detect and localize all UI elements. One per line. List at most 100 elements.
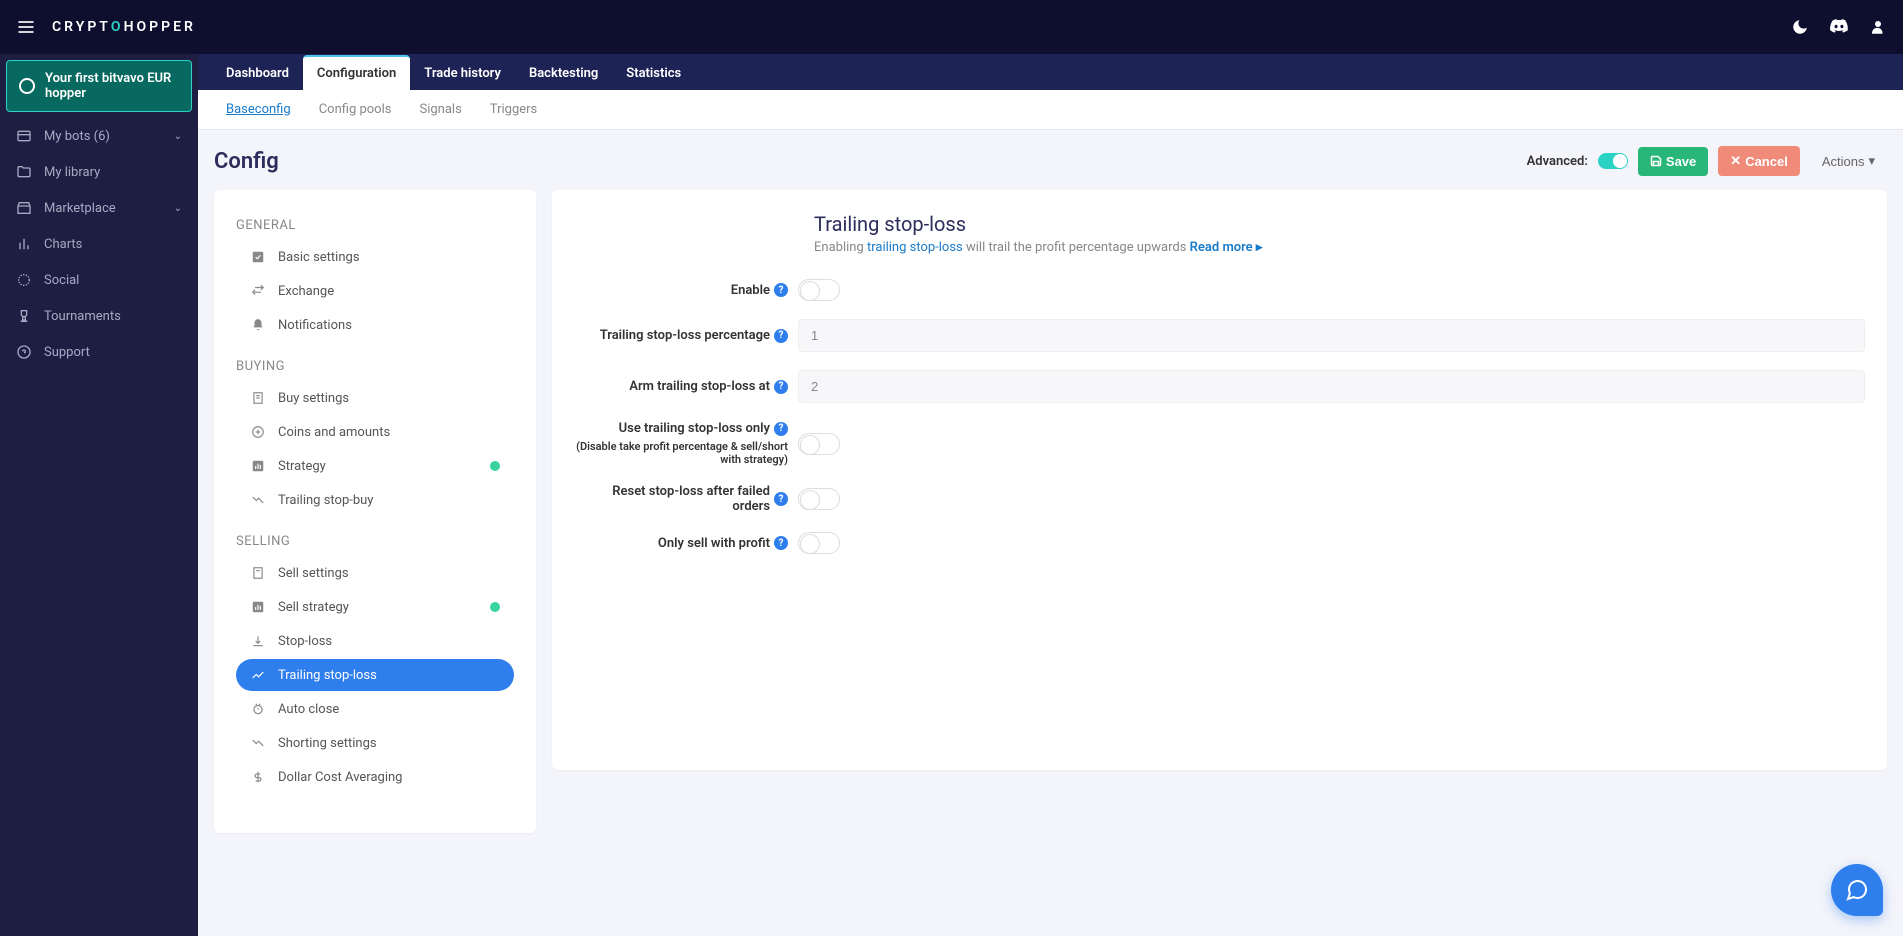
- sidebar-item-mybots[interactable]: My bots (6) ⌄: [0, 118, 198, 154]
- sidebar-item-label: My bots (6): [44, 129, 110, 144]
- tsl-pct-input[interactable]: [798, 319, 1865, 352]
- bell-icon: [250, 317, 266, 333]
- barchart-icon: [250, 599, 266, 615]
- topbar: CRYPTOHOPPER: [0, 0, 1903, 54]
- download-icon: [250, 633, 266, 649]
- sidebar-item-social[interactable]: Social: [0, 262, 198, 298]
- caret-down-icon: ▾: [1868, 153, 1875, 169]
- barchart-icon: [250, 458, 266, 474]
- sidebar-item-label: Charts: [44, 237, 82, 252]
- subtab-signals[interactable]: Signals: [405, 90, 475, 129]
- category-exchange[interactable]: Exchange: [236, 275, 514, 307]
- category-autoclose[interactable]: Auto close: [236, 693, 514, 725]
- social-icon: [16, 272, 32, 288]
- sidebar-item-label: Support: [44, 345, 90, 360]
- subtab-baseconfig[interactable]: Baseconfig: [212, 90, 305, 129]
- help-icon[interactable]: ?: [774, 422, 788, 436]
- help-icon[interactable]: ?: [774, 283, 788, 297]
- sidebar-item-label: Social: [44, 273, 79, 288]
- tab-backtesting[interactable]: Backtesting: [515, 57, 612, 90]
- category-basic-settings[interactable]: Basic settings: [236, 241, 514, 273]
- menu-button[interactable]: [16, 17, 36, 37]
- help-icon[interactable]: ?: [774, 329, 788, 343]
- profit-toggle[interactable]: [798, 532, 840, 554]
- category-dca[interactable]: Dollar Cost Averaging: [236, 761, 514, 793]
- subtab-configpools[interactable]: Config pools: [305, 90, 406, 129]
- receipt-icon: [250, 565, 266, 581]
- plus-circle-icon: [250, 424, 266, 440]
- hopper-selector[interactable]: Your first bitvavo EUR hopper: [6, 60, 192, 112]
- category-stoploss[interactable]: Stop-loss: [236, 625, 514, 657]
- tabbar: Dashboard Configuration Trade history Ba…: [198, 54, 1903, 90]
- tab-tradehistory[interactable]: Trade history: [410, 57, 515, 90]
- profit-label: Only sell with profit: [658, 536, 770, 551]
- trenddown-icon: [250, 735, 266, 751]
- arm-input[interactable]: [798, 370, 1865, 403]
- sidebar-item-support[interactable]: Support: [0, 334, 198, 370]
- subtab-triggers[interactable]: Triggers: [476, 90, 551, 129]
- only-tsl-sublabel: (Disable take profit percentage & sell/s…: [574, 440, 788, 466]
- chat-icon: [1845, 878, 1869, 902]
- category-buy-settings[interactable]: Buy settings: [236, 382, 514, 414]
- advanced-toggle[interactable]: [1598, 153, 1628, 169]
- category-notifications[interactable]: Notifications: [236, 309, 514, 341]
- category-sell-settings[interactable]: Sell settings: [236, 557, 514, 589]
- exchange-icon: [250, 283, 266, 299]
- tab-dashboard[interactable]: Dashboard: [212, 57, 303, 90]
- category-sell-strategy[interactable]: Sell strategy: [236, 591, 514, 623]
- sidebar-item-label: Marketplace: [44, 201, 116, 216]
- reset-toggle[interactable]: [798, 488, 840, 510]
- store-icon: [16, 200, 32, 216]
- categories-panel: GENERAL Basic settings Exchange Notifica…: [214, 190, 536, 833]
- only-tsl-toggle[interactable]: [798, 433, 840, 455]
- status-dot: [490, 461, 500, 471]
- tab-statistics[interactable]: Statistics: [612, 57, 695, 90]
- tab-configuration[interactable]: Configuration: [303, 55, 410, 90]
- category-coins-amounts[interactable]: Coins and amounts: [236, 416, 514, 448]
- read-more-link[interactable]: Read more ▸: [1190, 240, 1263, 255]
- chat-fab[interactable]: [1831, 864, 1883, 916]
- form-description: Enabling trailing stop-loss will trail t…: [814, 240, 1865, 255]
- chevron-down-icon: ⌄: [174, 203, 182, 214]
- checkbox-icon: [250, 249, 266, 265]
- close-icon: ✕: [1730, 153, 1741, 169]
- help-icon[interactable]: ?: [774, 492, 788, 506]
- save-icon: [1650, 155, 1662, 167]
- actions-dropdown[interactable]: Actions ▾: [1810, 146, 1887, 176]
- category-shorting[interactable]: Shorting settings: [236, 727, 514, 759]
- darkmode-icon[interactable]: [1791, 18, 1809, 36]
- category-strategy[interactable]: Strategy: [236, 450, 514, 482]
- enable-label: Enable: [731, 283, 770, 298]
- discord-icon[interactable]: [1829, 17, 1849, 37]
- reset-label: Reset stop-loss after failed orders: [574, 484, 770, 514]
- chevron-down-icon: ⌄: [174, 131, 182, 142]
- enable-toggle[interactable]: [798, 279, 840, 301]
- tsl-pct-label: Trailing stop-loss percentage: [600, 328, 770, 343]
- trenddown-icon: [250, 492, 266, 508]
- support-icon: [16, 344, 32, 360]
- form-title: Trailing stop-loss: [814, 212, 1865, 236]
- page-title: Config: [214, 149, 279, 174]
- dollar-icon: [250, 769, 266, 785]
- clock-icon: [250, 701, 266, 717]
- subtabbar: Baseconfig Config pools Signals Triggers: [198, 90, 1903, 130]
- arm-label: Arm trailing stop-loss at: [629, 379, 770, 394]
- category-trailing-stopbuy[interactable]: Trailing stop-buy: [236, 484, 514, 516]
- sidebar-item-charts[interactable]: Charts: [0, 226, 198, 262]
- trailing-stoploss-link[interactable]: trailing stop-loss: [867, 240, 963, 255]
- cancel-button[interactable]: ✕ Cancel: [1718, 146, 1800, 176]
- advanced-label: Advanced:: [1527, 154, 1588, 169]
- help-icon[interactable]: ?: [774, 380, 788, 394]
- brand-logo[interactable]: CRYPTOHOPPER: [52, 19, 196, 35]
- help-icon[interactable]: ?: [774, 536, 788, 550]
- chart-icon: [16, 236, 32, 252]
- sidebar-item-tournaments[interactable]: Tournaments: [0, 298, 198, 334]
- hopper-name: Your first bitvavo EUR hopper: [45, 71, 179, 101]
- sidebar-item-library[interactable]: My library: [0, 154, 198, 190]
- trophy-icon: [16, 308, 32, 324]
- category-trailing-stoploss[interactable]: Trailing stop-loss: [236, 659, 514, 691]
- category-title-buying: BUYING: [236, 359, 514, 374]
- user-icon[interactable]: [1869, 18, 1887, 36]
- sidebar-item-marketplace[interactable]: Marketplace ⌄: [0, 190, 198, 226]
- save-button[interactable]: Save: [1638, 147, 1708, 176]
